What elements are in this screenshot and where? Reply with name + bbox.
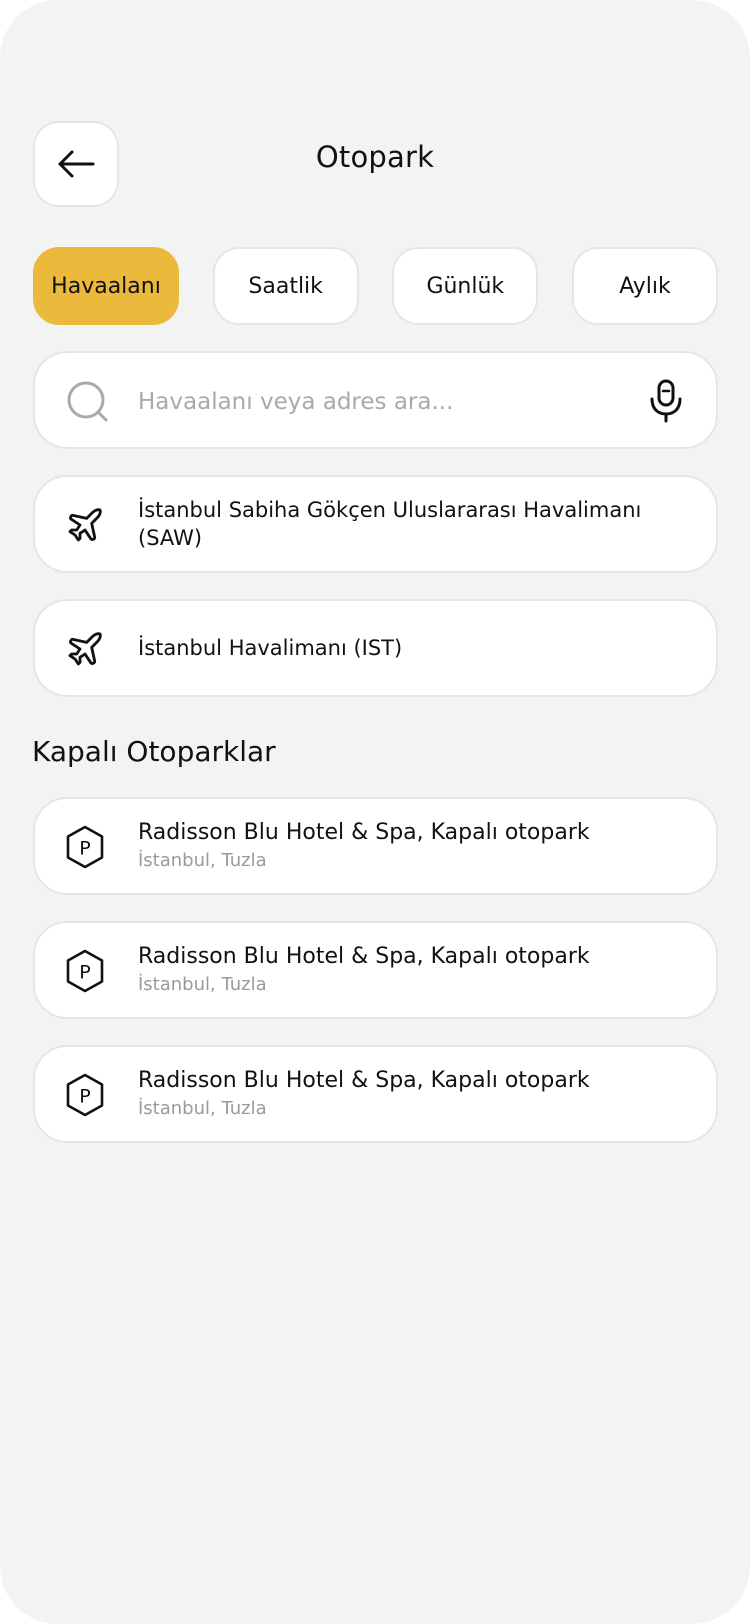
airplane-icon [68,632,102,666]
page-title: Otopark [315,140,435,174]
search-input[interactable] [138,383,598,421]
parking-location: İstanbul, Tuzla [138,850,267,871]
parking-icon: P [66,949,104,993]
parking-name: Radisson Blu Hotel & Spa, Kapalı otopark [138,820,590,845]
airport-name: İstanbul Havalimanı (IST) [138,636,403,660]
parking-name: Radisson Blu Hotel & Spa, Kapalı otopark [138,1068,590,1093]
tab-aylik[interactable]: Aylık [571,247,718,325]
parking-icon: P [66,1073,104,1117]
svg-text:P: P [79,962,90,984]
microphone-icon[interactable] [649,379,683,423]
search-icon [67,381,108,422]
tab-saatlik[interactable]: Saatlik [212,247,359,325]
airport-item[interactable]: İstanbul Havalimanı (IST) [33,599,718,697]
parking-item[interactable]: P Radisson Blu Hotel & Spa, Kapalı otopa… [33,797,718,895]
parking-icon: P [66,825,104,869]
airport-item[interactable]: İstanbul Sabiha Gökçen Uluslararası Hava… [33,475,718,573]
filter-tabs: Havaalanı Saatlik Günlük Aylık [33,247,718,325]
parking-name: Radisson Blu Hotel & Spa, Kapalı otopark [138,944,590,969]
airplane-icon [68,508,102,542]
parking-location: İstanbul, Tuzla [138,974,267,995]
app-screen: Otopark Havaalanı Saatlik Günlük Aylık İ… [0,0,750,1624]
parking-item[interactable]: P Radisson Blu Hotel & Spa, Kapalı otopa… [33,1045,718,1143]
tab-havaalani[interactable]: Havaalanı [33,247,179,325]
tab-gunluk[interactable]: Günlük [392,247,539,325]
svg-text:P: P [79,1086,90,1108]
search-bar [33,351,718,449]
parking-item[interactable]: P Radisson Blu Hotel & Spa, Kapalı otopa… [33,921,718,1019]
svg-text:P: P [79,838,90,860]
parking-location: İstanbul, Tuzla [138,1098,267,1119]
airport-name: İstanbul Sabiha Gökçen Uluslararası Hava… [138,498,642,550]
section-title: Kapalı Otoparklar [32,735,276,768]
